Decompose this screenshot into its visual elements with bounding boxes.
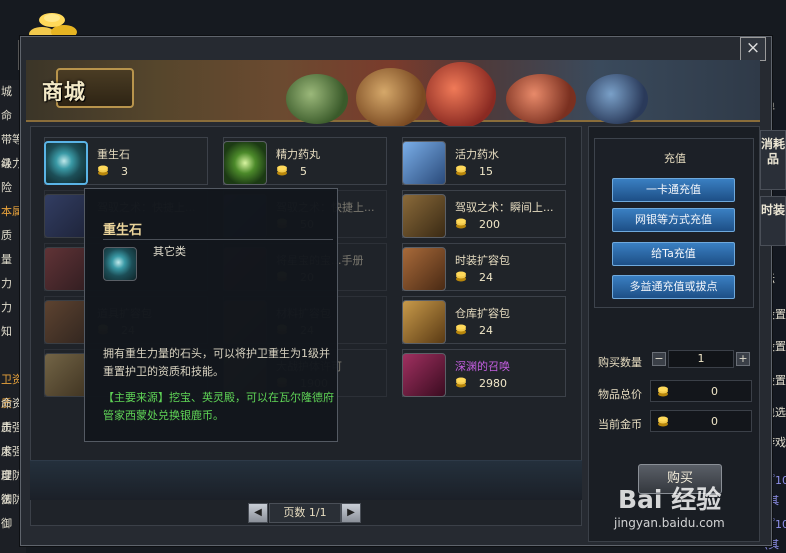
tab-consumables[interactable]: 消耗品	[760, 130, 786, 190]
rebirth-stone-icon	[103, 247, 137, 281]
item-name: 深渊的召唤	[455, 360, 510, 373]
item-card[interactable]: 深渊的召唤 2980	[402, 349, 566, 397]
quantity-label: 购买数量	[598, 356, 642, 369]
skill-book-icon[interactable]	[44, 194, 88, 238]
tab-fashion[interactable]: 时装	[760, 196, 786, 246]
quantity-plus-button[interactable]: +	[736, 352, 750, 366]
abyss-summon-icon[interactable]	[402, 353, 446, 397]
next-page-button[interactable]: ▶	[341, 503, 361, 523]
coin-icon	[277, 165, 287, 176]
item-price: 24	[479, 324, 493, 337]
coin-icon	[456, 218, 466, 229]
current-gold-value: 0	[711, 415, 718, 428]
potion-jar-icon	[586, 74, 648, 124]
quantity-minus-button[interactable]: −	[652, 352, 666, 366]
watermark-logo: Bai 经验	[618, 485, 722, 514]
item-card[interactable]: 时装扩容包 24	[402, 243, 566, 291]
potion-jar-icon	[506, 74, 576, 124]
scroll-icon[interactable]	[44, 353, 88, 397]
item-card[interactable]: 活力药水 15	[402, 137, 566, 185]
item-name: 时装扩容包	[455, 254, 510, 267]
coin-icon	[98, 165, 108, 176]
shop-banner	[26, 60, 760, 128]
item-card[interactable]: 重生石 3	[44, 137, 208, 185]
coin-icon	[456, 377, 466, 388]
potion-jar-icon	[426, 62, 496, 128]
current-gold-label: 当前金币	[598, 418, 642, 431]
potion-jar-icon	[356, 68, 426, 128]
item-price: 2980	[479, 377, 507, 390]
item-price: 200	[479, 218, 500, 231]
item-tooltip: 重生石 其它类 拥有重生力量的石头，可以将护卫重生为1级并重置护卫的资质和技能。…	[84, 188, 338, 442]
potion-jar-icon	[286, 74, 348, 124]
energy-pill-icon[interactable]	[223, 141, 267, 185]
watermark-url: jingyan.baidu.com	[614, 516, 725, 530]
tooltip-title: 重生石	[103, 223, 143, 238]
rebirth-stone-icon[interactable]	[44, 141, 88, 185]
bag-icon[interactable]	[402, 247, 446, 291]
item-card[interactable]: 仓库扩容包 24	[402, 296, 566, 344]
prev-page-button[interactable]: ◀	[248, 503, 268, 523]
current-gold-field: 0	[650, 410, 752, 432]
item-card[interactable]: 精力药丸 5	[223, 137, 387, 185]
item-price: 24	[479, 271, 493, 284]
coin-icon	[658, 386, 668, 397]
quantity-input[interactable]: 1	[668, 350, 734, 368]
shop-title: 商城	[42, 80, 86, 104]
coin-icon	[658, 416, 668, 427]
item-price: 3	[121, 165, 128, 178]
tooltip-category: 其它类	[153, 245, 186, 258]
chest-icon[interactable]	[402, 300, 446, 344]
total-price-label: 物品总价	[598, 388, 642, 401]
item-name: 重生石	[97, 148, 130, 161]
close-button[interactable]: ×	[740, 37, 766, 61]
duoyi-recharge-button[interactable]: 多益通充值或拔点	[612, 275, 735, 299]
bag-icon[interactable]	[44, 300, 88, 344]
tooltip-divider	[103, 239, 333, 240]
tooltip-source: 【主要来源】挖宝、英灵殿，可以在瓦尔隆德府管家西蒙处兑换银鹿币。	[103, 391, 334, 422]
coin-icon	[456, 165, 466, 176]
vitality-potion-icon[interactable]	[402, 141, 446, 185]
manual-icon[interactable]	[44, 247, 88, 291]
skill-book-icon[interactable]	[402, 194, 446, 238]
item-card[interactable]: 驾驭之术：瞬间上... 200	[402, 190, 566, 238]
item-name: 活力药水	[455, 148, 499, 161]
card-recharge-button[interactable]: 一卡通充值	[612, 178, 735, 202]
bank-recharge-button[interactable]: 网银等方式充值	[612, 208, 735, 232]
page-indicator: 页数 1/1	[269, 503, 341, 523]
coin-icon	[456, 271, 466, 282]
tooltip-description: 拥有重生力量的石头，可以将护卫重生为1级并重置护卫的资质和技能。	[103, 347, 330, 378]
item-name: 驾驭之术：瞬间上...	[455, 201, 554, 214]
watermark: Bai 经验 jingyan.baidu.com	[612, 480, 786, 550]
item-name: 精力药丸	[276, 148, 320, 161]
item-name: 仓库扩容包	[455, 307, 510, 320]
item-price: 5	[300, 165, 307, 178]
gift-recharge-button[interactable]: 给Ta充值	[612, 242, 735, 266]
recharge-title: 充值	[664, 152, 686, 165]
bottom-strip	[30, 460, 582, 500]
total-price-value: 0	[711, 385, 718, 398]
item-price: 15	[479, 165, 493, 178]
coin-icon	[456, 324, 466, 335]
total-price-field: 0	[650, 380, 752, 402]
